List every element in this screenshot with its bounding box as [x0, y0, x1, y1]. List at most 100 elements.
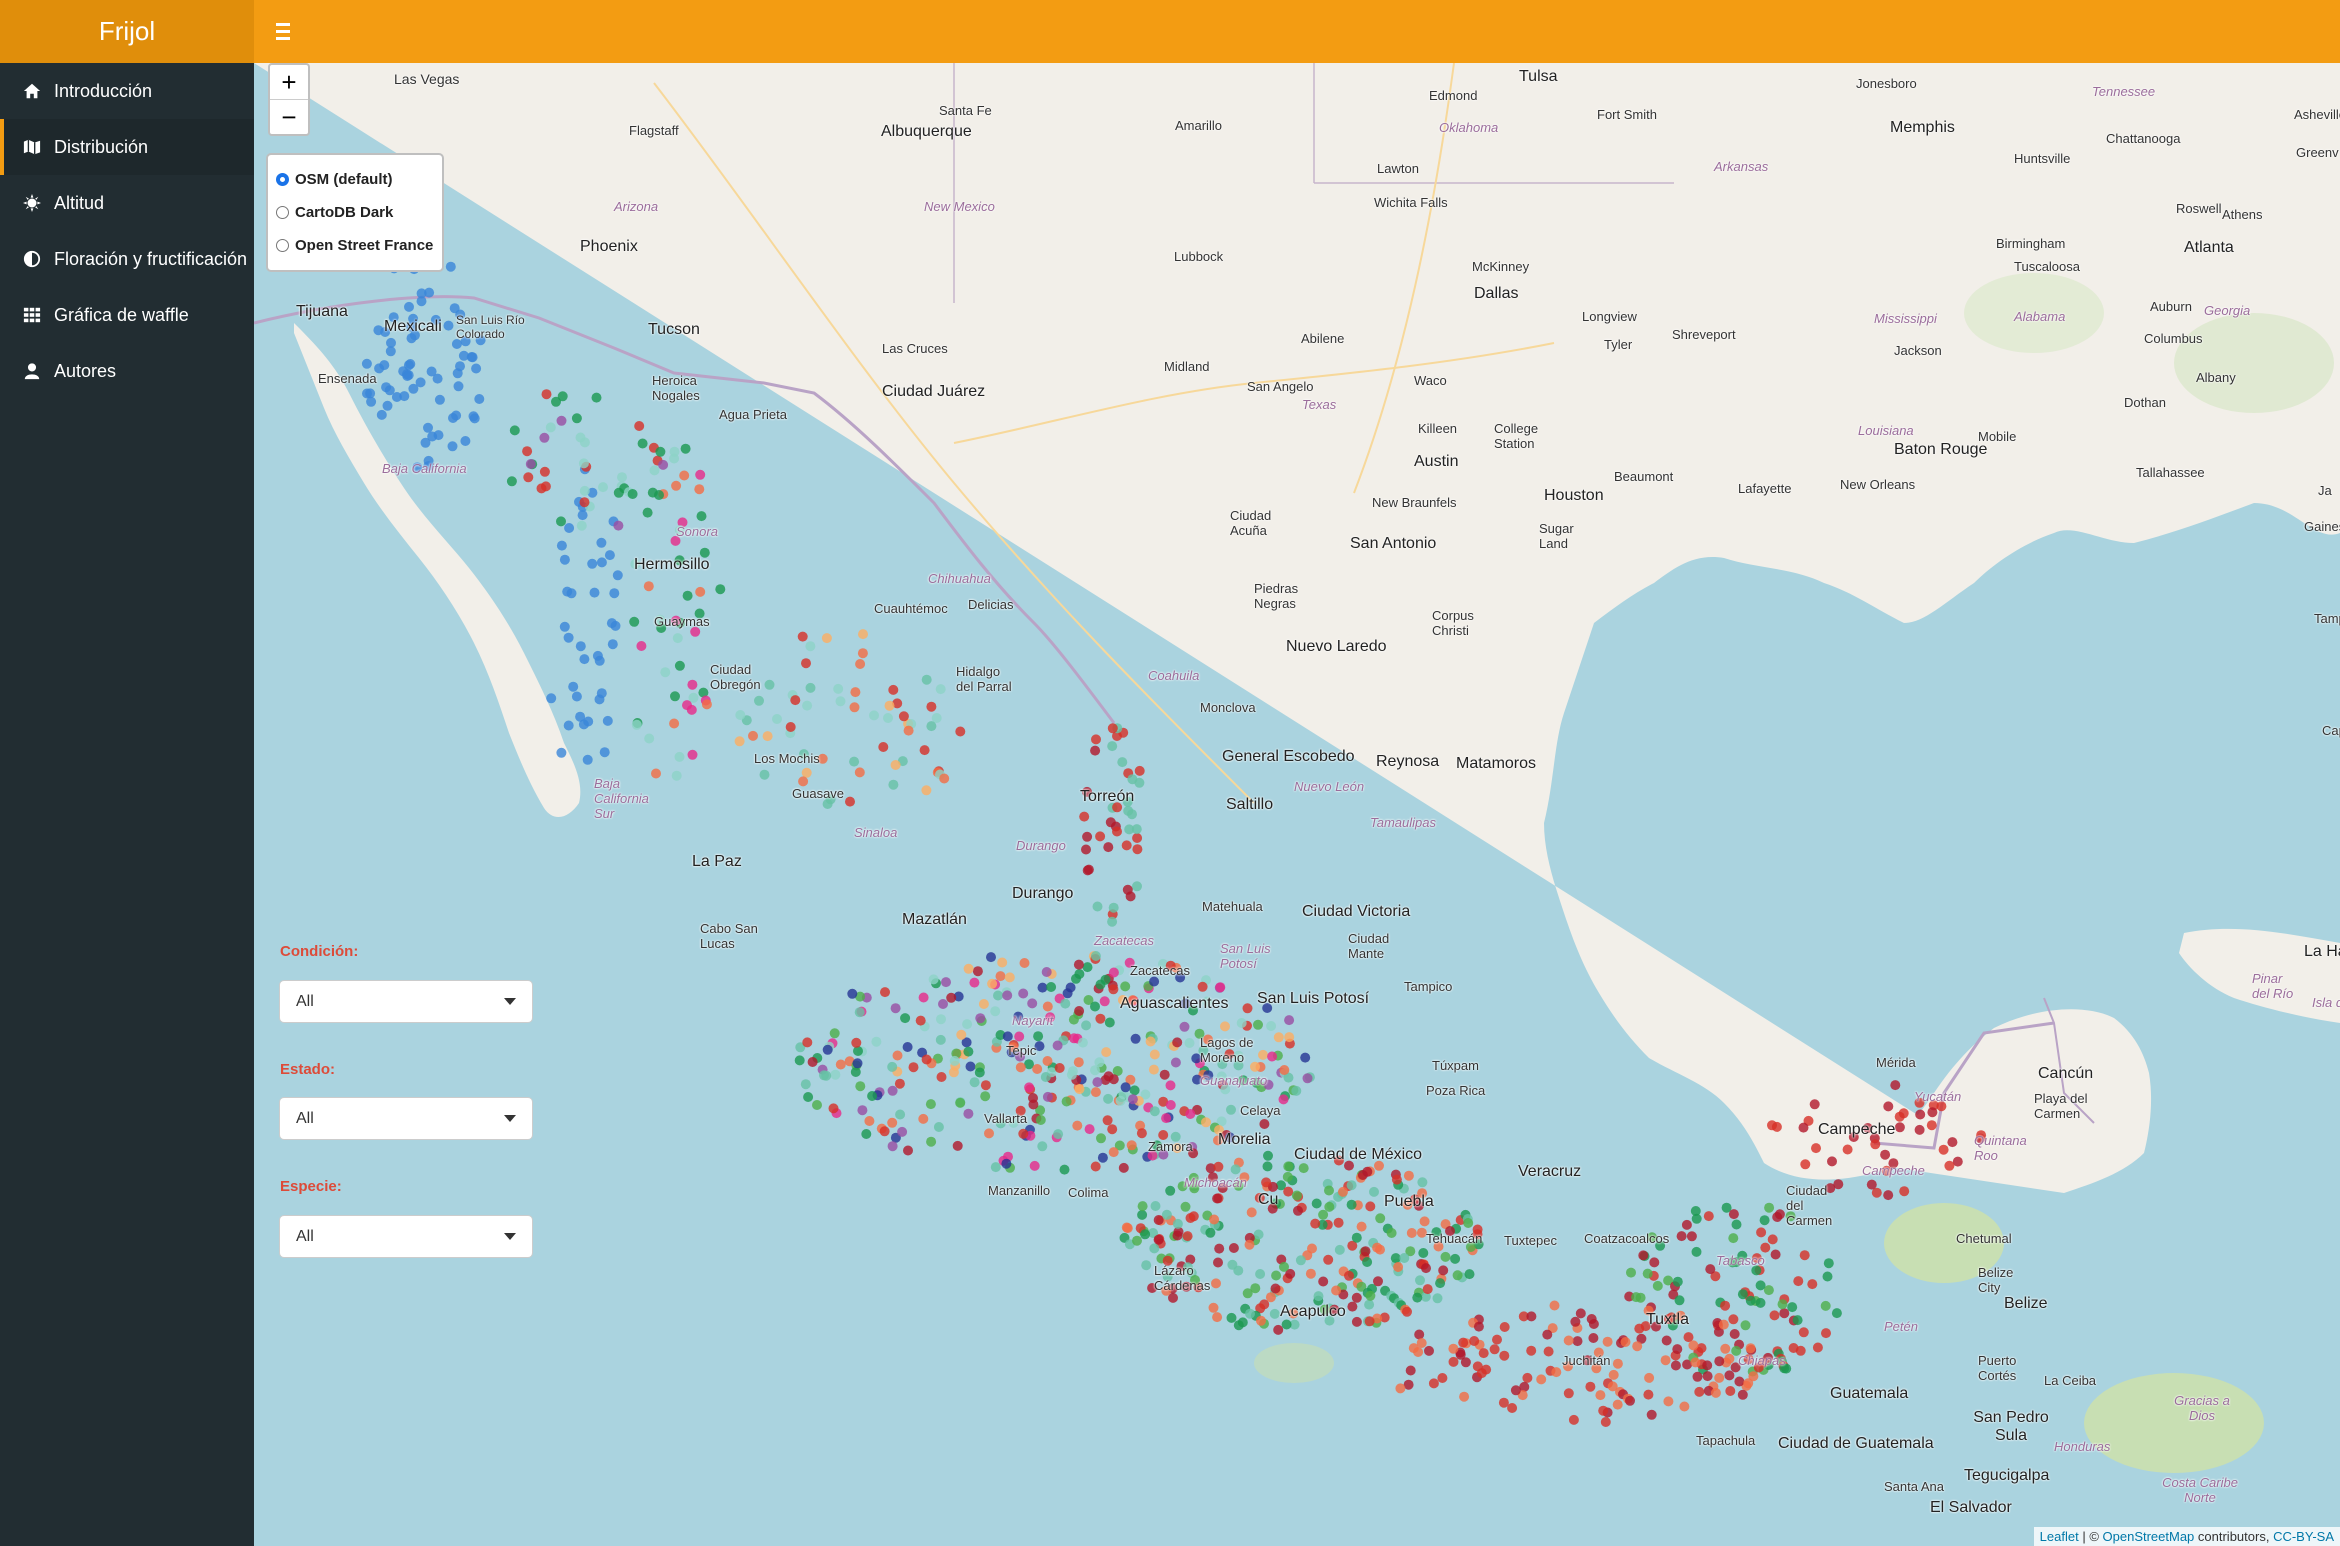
occurrence-marker[interactable]	[403, 370, 414, 381]
occurrence-marker[interactable]	[748, 730, 758, 741]
occurrence-marker[interactable]	[559, 621, 570, 632]
sidebar-toggle-icon[interactable]	[268, 16, 298, 46]
occurrence-marker[interactable]	[674, 660, 685, 671]
occurrence-marker[interactable]	[1104, 1017, 1115, 1028]
occurrence-marker[interactable]	[1242, 1003, 1253, 1014]
occurrence-marker[interactable]	[1626, 1267, 1636, 1278]
occurrence-marker[interactable]	[1674, 1295, 1685, 1306]
occurrence-marker[interactable]	[1040, 1072, 1051, 1082]
occurrence-marker[interactable]	[1399, 1253, 1410, 1263]
occurrence-marker[interactable]	[797, 631, 808, 642]
occurrence-marker[interactable]	[1595, 1390, 1606, 1401]
occurrence-marker[interactable]	[1612, 1399, 1623, 1410]
occurrence-marker[interactable]	[568, 681, 579, 692]
occurrence-marker[interactable]	[1827, 1156, 1837, 1167]
occurrence-marker[interactable]	[880, 987, 890, 998]
occurrence-marker[interactable]	[978, 999, 989, 1009]
occurrence-marker[interactable]	[1107, 1124, 1118, 1135]
occurrence-marker[interactable]	[1095, 831, 1106, 842]
occurrence-marker[interactable]	[1351, 1292, 1362, 1303]
leaflet-link[interactable]: Leaflet	[2040, 1529, 2079, 1544]
occurrence-marker[interactable]	[1612, 1358, 1623, 1369]
occurrence-marker[interactable]	[687, 749, 698, 760]
occurrence-marker[interactable]	[1108, 967, 1119, 978]
occurrence-marker[interactable]	[883, 713, 893, 723]
occurrence-marker[interactable]	[385, 346, 396, 357]
occurrence-marker[interactable]	[1037, 1141, 1048, 1152]
occurrence-marker[interactable]	[1661, 1335, 1672, 1346]
occurrence-marker[interactable]	[1811, 1143, 1821, 1154]
occurrence-marker[interactable]	[1646, 1409, 1657, 1420]
occurrence-marker[interactable]	[1182, 1231, 1193, 1242]
occurrence-marker[interactable]	[1149, 1243, 1160, 1254]
occurrence-marker[interactable]	[1120, 981, 1131, 992]
occurrence-marker[interactable]	[1073, 1057, 1084, 1068]
occurrence-marker[interactable]	[1126, 1140, 1137, 1151]
occurrence-marker[interactable]	[975, 1013, 986, 1024]
occurrence-marker[interactable]	[759, 769, 770, 780]
occurrence-marker[interactable]	[1307, 1243, 1317, 1254]
occurrence-marker[interactable]	[1458, 1337, 1469, 1348]
occurrence-marker[interactable]	[579, 497, 590, 508]
occurrence-marker[interactable]	[556, 415, 567, 426]
occurrence-marker[interactable]	[1563, 1388, 1574, 1399]
occurrence-marker[interactable]	[1134, 765, 1145, 776]
occurrence-marker[interactable]	[1632, 1341, 1643, 1352]
occurrence-marker[interactable]	[980, 1091, 991, 1102]
occurrence-marker[interactable]	[902, 1042, 913, 1052]
occurrence-marker[interactable]	[443, 320, 454, 331]
occurrence-marker[interactable]	[594, 655, 605, 666]
occurrence-marker[interactable]	[1102, 1115, 1113, 1126]
occurrence-marker[interactable]	[587, 558, 598, 569]
occurrence-marker[interactable]	[887, 1117, 898, 1128]
occurrence-marker[interactable]	[455, 361, 465, 372]
occurrence-marker[interactable]	[936, 1014, 946, 1025]
occurrence-marker[interactable]	[556, 540, 567, 551]
occurrence-marker[interactable]	[1108, 1074, 1119, 1085]
occurrence-marker[interactable]	[918, 992, 929, 1003]
occurrence-marker[interactable]	[1820, 1300, 1831, 1311]
occurrence-marker[interactable]	[1947, 1137, 1958, 1148]
occurrence-marker[interactable]	[1459, 1391, 1470, 1402]
occurrence-marker[interactable]	[785, 722, 796, 732]
osm-link[interactable]: OpenStreetMap	[2103, 1529, 2195, 1544]
occurrence-marker[interactable]	[1233, 1320, 1244, 1331]
occurrence-marker[interactable]	[1065, 982, 1076, 993]
occurrence-marker[interactable]	[701, 699, 712, 710]
occurrence-marker[interactable]	[1130, 1033, 1141, 1044]
occurrence-marker[interactable]	[1702, 1371, 1713, 1382]
occurrence-marker[interactable]	[1061, 1096, 1072, 1107]
occurrence-marker[interactable]	[1118, 1162, 1129, 1173]
occurrence-marker[interactable]	[1346, 1180, 1357, 1191]
occurrence-marker[interactable]	[432, 373, 443, 384]
occurrence-marker[interactable]	[1703, 1211, 1714, 1222]
occurrence-marker[interactable]	[636, 641, 647, 651]
occurrence-marker[interactable]	[854, 767, 865, 778]
occurrence-marker[interactable]	[1127, 809, 1137, 820]
occurrence-marker[interactable]	[1046, 982, 1057, 992]
occurrence-marker[interactable]	[1099, 996, 1110, 1007]
occurrence-marker[interactable]	[539, 466, 550, 477]
occurrence-marker[interactable]	[1692, 1371, 1703, 1382]
occurrence-marker[interactable]	[1413, 1347, 1424, 1357]
occurrence-marker[interactable]	[1866, 1179, 1877, 1190]
occurrence-marker[interactable]	[1165, 1100, 1176, 1110]
occurrence-marker[interactable]	[1364, 1316, 1375, 1327]
occurrence-marker[interactable]	[1291, 1085, 1302, 1096]
occurrence-marker[interactable]	[1418, 1248, 1429, 1258]
occurrence-marker[interactable]	[1476, 1368, 1487, 1379]
occurrence-marker[interactable]	[952, 1140, 963, 1151]
occurrence-marker[interactable]	[1120, 1082, 1131, 1093]
occurrence-marker[interactable]	[1132, 1235, 1142, 1246]
occurrence-marker[interactable]	[536, 483, 547, 494]
occurrence-marker[interactable]	[1122, 884, 1133, 895]
occurrence-marker[interactable]	[1720, 1300, 1731, 1311]
occurrence-marker[interactable]	[850, 687, 861, 698]
occurrence-marker[interactable]	[1386, 1228, 1397, 1238]
occurrence-marker[interactable]	[900, 1013, 911, 1024]
occurrence-marker[interactable]	[695, 469, 706, 480]
occurrence-marker[interactable]	[1759, 1215, 1770, 1226]
occurrence-marker[interactable]	[887, 1085, 898, 1096]
occurrence-marker[interactable]	[1095, 1013, 1106, 1024]
occurrence-marker[interactable]	[908, 1062, 919, 1073]
